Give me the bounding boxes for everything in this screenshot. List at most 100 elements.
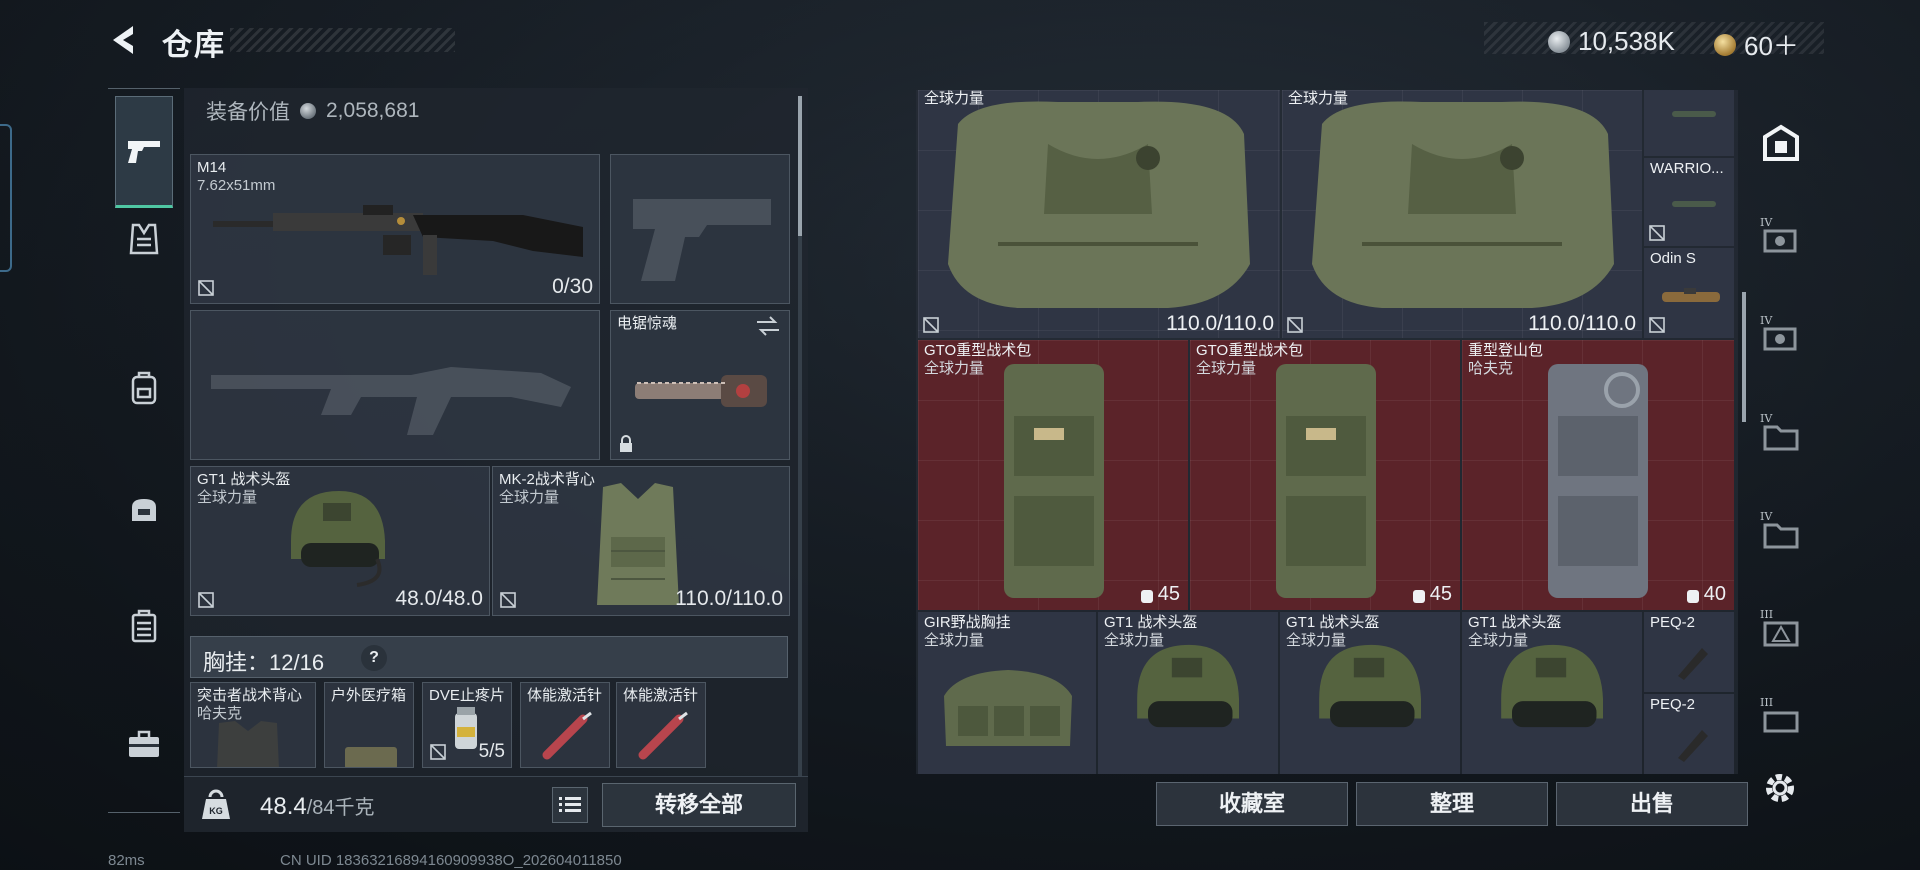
item-name: WARRIO... — [1650, 160, 1724, 177]
list-view-button[interactable] — [552, 787, 588, 823]
backpack-image — [1004, 364, 1104, 598]
rig-item[interactable]: 突击者战术背心 哈夫克 — [190, 682, 316, 768]
stash-item-rig[interactable]: GIR野战胸挂 全球力量 — [918, 612, 1096, 774]
helmet-slot[interactable]: GT1 战术头盔 全球力量 48.0/48.0 — [190, 466, 490, 616]
warning-folder-icon — [1763, 621, 1799, 647]
rig-item[interactable]: DVE止疼片 5/5 — [422, 682, 512, 768]
edge-drawer-tab[interactable] — [0, 124, 12, 272]
category-tier-3-b[interactable]: III — [1756, 696, 1806, 746]
melee-name: 电锯惊魂 — [617, 315, 678, 332]
category-tier-4-d[interactable]: IV — [1756, 510, 1806, 560]
item-count: 5/5 — [478, 741, 505, 762]
nav-case[interactable] — [116, 598, 172, 654]
category-tier-4-b[interactable]: IV — [1756, 314, 1806, 364]
stash-item-armor[interactable]: 全球力量 110.0/110.0 — [1282, 90, 1642, 338]
gold-currency[interactable]: 60＋ — [1714, 26, 1799, 63]
item-name: PEQ-2 — [1650, 614, 1696, 631]
armor-plate-image — [1312, 101, 1614, 308]
injector-image — [638, 711, 688, 760]
category-tier-4-c[interactable]: IV — [1756, 412, 1806, 462]
nav-armor[interactable] — [116, 212, 172, 268]
helmet-image — [1501, 644, 1603, 728]
item-maker: 全球力量 — [1196, 360, 1257, 377]
no-insure-icon — [429, 743, 447, 761]
tier-label: IV — [1760, 412, 1773, 425]
vest-icon — [129, 223, 159, 255]
capacity-value: 45 — [1429, 583, 1452, 605]
nav-weapon[interactable] — [115, 96, 173, 208]
helmet-durability: 48.0/48.0 — [395, 587, 483, 610]
laser-module-image — [1678, 648, 1708, 680]
item-maker: 全球力量 — [924, 632, 985, 649]
category-tier-3-a[interactable]: III — [1756, 608, 1806, 658]
sidearm-slot[interactable] — [610, 154, 790, 304]
silver-currency[interactable]: 10,538K — [1548, 26, 1675, 57]
stash-item-helmet[interactable]: GT1 战术头盔 全球力量 — [1280, 612, 1460, 774]
stash-scrollbar-thumb[interactable] — [1742, 292, 1746, 422]
stash-item-helmet[interactable]: GT1 战术头盔 全球力量 — [1462, 612, 1642, 774]
silver-coin-icon — [300, 103, 316, 119]
weight-max: /84千克 — [306, 797, 375, 819]
item-name: 重型登山包 — [1468, 342, 1544, 359]
list-icon — [559, 797, 581, 812]
stash-item-small[interactable]: PEQ-2 — [1644, 694, 1734, 774]
gold-amount: 60＋ — [1744, 31, 1799, 61]
item-durability: 110.0/110.0 — [1166, 312, 1274, 335]
svg-text:KG: KG — [209, 806, 223, 816]
stash-item-helmet[interactable]: GT1 战术头盔 全球力量 — [1098, 612, 1278, 774]
loadout-footer: KG 48.4/84千克 转移全部 — [184, 776, 808, 832]
stash-item-small[interactable]: WARRIO... — [1644, 158, 1734, 246]
medkit-image — [345, 747, 397, 767]
ping-status: 82ms — [108, 852, 145, 869]
help-icon[interactable]: ? — [361, 645, 387, 671]
armor-name: MK-2战术背心 — [499, 471, 595, 488]
collection-room-button[interactable]: 收藏室 — [1156, 782, 1348, 826]
stash-item-backpack[interactable]: GTO重型战术包 全球力量 45 — [918, 340, 1188, 610]
nav-backpack[interactable] — [116, 360, 172, 416]
scope-image — [1662, 288, 1720, 302]
stash-item-small[interactable]: Odin S — [1644, 248, 1734, 338]
rig-item[interactable]: 体能激活针 — [616, 682, 706, 768]
sell-button[interactable]: 出售 — [1556, 782, 1748, 826]
scrollbar-thumb[interactable] — [798, 96, 802, 236]
item-capacity: 45 — [1412, 583, 1452, 606]
nav-pouch[interactable] — [116, 482, 172, 538]
swap-icon[interactable] — [755, 315, 781, 337]
back-arrow-icon — [113, 26, 133, 54]
capacity-value: 40 — [1703, 583, 1726, 605]
settings-gear-icon[interactable] — [1760, 768, 1800, 808]
laser-module-image — [1678, 730, 1708, 762]
loadout-panel: 装备价值 2,058,681 M14 7.62x51mm 0/30 电锯惊魂 G… — [184, 88, 808, 778]
secondary-weapon-slot[interactable] — [190, 310, 600, 460]
stash-item-small[interactable]: PEQ-2 — [1644, 612, 1734, 692]
stash-item-backpack[interactable]: GTO重型战术包 全球力量 45 — [1190, 340, 1460, 610]
item-name: GIR野战胸挂 — [924, 614, 1011, 631]
top-bar: 仓库 10,538K 60＋ — [0, 0, 1920, 80]
primary-weapon-slot[interactable]: M14 7.62x51mm 0/30 — [190, 154, 600, 304]
backpack-icon — [131, 371, 157, 405]
back-button[interactable] — [104, 20, 144, 60]
rig-item[interactable]: 户外医疗箱 — [324, 682, 414, 768]
sort-button[interactable]: 整理 — [1356, 782, 1548, 826]
stash-item-backpack[interactable]: 重型登山包 哈夫克 40 — [1462, 340, 1734, 610]
item-durability: 110.0/110.0 — [1528, 312, 1636, 335]
rig-item[interactable]: 体能激活针 — [520, 682, 610, 768]
carry-weight: 48.4/84千克 — [260, 791, 375, 821]
stash-item-small[interactable] — [1644, 90, 1734, 156]
chest-rig-bar[interactable]: 胸挂：12/16 ? — [190, 636, 788, 678]
stash-category-bar: IV IV IV IV III III — [1748, 92, 1814, 772]
user-uid: CN UID 18363216894160909938O_20260401185… — [280, 852, 622, 869]
nav-toolbox[interactable] — [116, 716, 172, 772]
divider — [108, 88, 180, 89]
item-name: 户外医疗箱 — [331, 687, 407, 704]
helmet-image — [291, 491, 385, 587]
category-all[interactable] — [1756, 118, 1806, 168]
house-icon — [1763, 124, 1799, 161]
stash-item-armor[interactable]: 全球力量 110.0/110.0 — [918, 90, 1280, 338]
tier-label: IV — [1760, 314, 1773, 327]
chest-rig-image — [944, 670, 1072, 746]
transfer-all-button[interactable]: 转移全部 — [602, 783, 796, 827]
armor-slot[interactable]: MK-2战术背心 全球力量 110.0/110.0 — [492, 466, 790, 616]
category-tier-4-a[interactable]: IV — [1756, 216, 1806, 266]
melee-slot[interactable]: 电锯惊魂 — [610, 310, 790, 460]
